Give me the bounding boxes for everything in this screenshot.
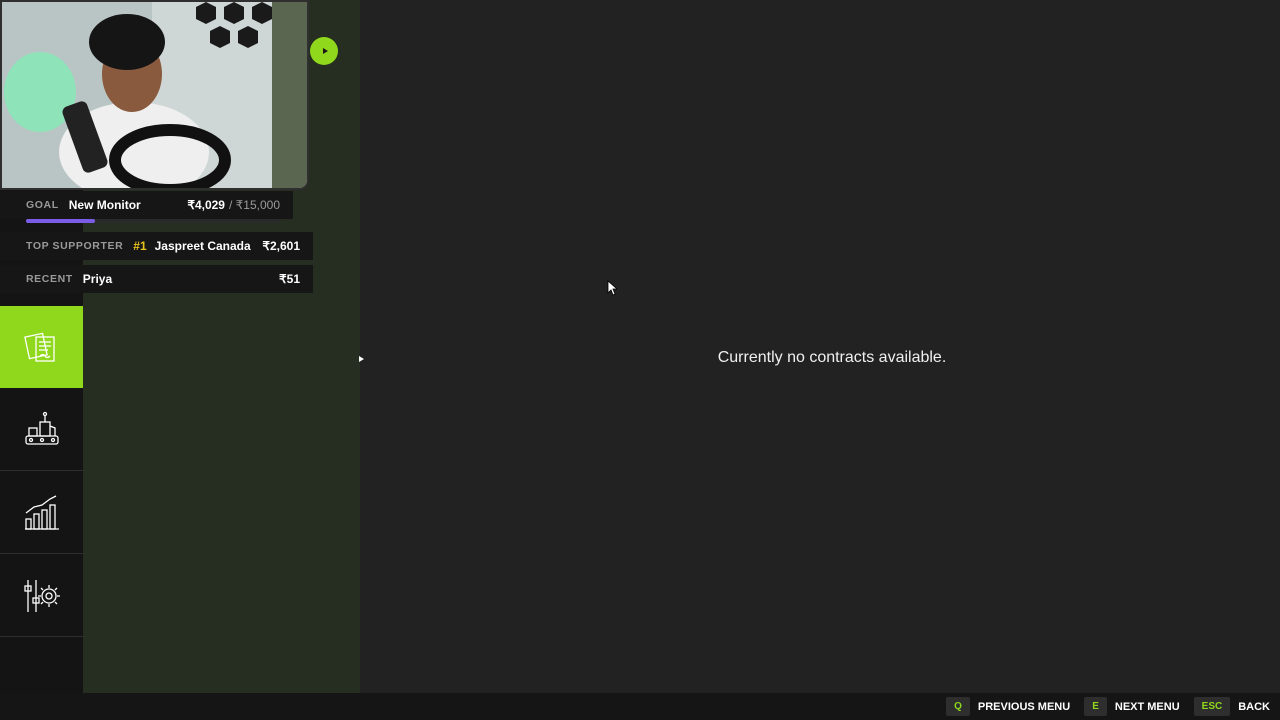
previous-menu-label: PREVIOUS MENU bbox=[977, 700, 1071, 713]
empty-contracts-message: Currently no contracts available. bbox=[717, 349, 947, 366]
sidebar-item-settings[interactable] bbox=[0, 555, 83, 637]
streamer-webcam bbox=[0, 0, 309, 190]
previous-menu-hint[interactable]: Q PREVIOUS MENU bbox=[946, 697, 1070, 716]
recent-amount: ₹51 bbox=[279, 272, 300, 286]
top-supporter-widget: TOP SUPPORTER #1 Jaspreet Canada ₹2,601 bbox=[0, 232, 313, 260]
goal-label: GOAL bbox=[26, 199, 59, 211]
contracts-icon bbox=[23, 332, 55, 362]
goal-widget: GOAL New Monitor ₹4,029 / ₹15,000 bbox=[0, 191, 293, 219]
sidebar-item-statistics[interactable] bbox=[0, 472, 83, 554]
sidebar-item-production[interactable] bbox=[0, 389, 83, 471]
sidebar-item-contracts[interactable] bbox=[0, 306, 89, 388]
goal-current: ₹4,029 bbox=[187, 198, 225, 212]
factory-icon bbox=[24, 411, 59, 445]
goal-name: New Monitor bbox=[68, 198, 141, 212]
recent-name: Priya bbox=[82, 272, 113, 286]
back-key: ESC bbox=[1193, 697, 1231, 716]
webcam-image bbox=[2, 2, 307, 188]
next-menu-label: NEXT MENU bbox=[1114, 700, 1180, 713]
top-supporter-amount: ₹2,601 bbox=[262, 239, 300, 253]
back-hint[interactable]: ESC BACK bbox=[1193, 697, 1270, 716]
top-supporter-name: Jaspreet Canada bbox=[154, 239, 251, 253]
webcam-play-button[interactable] bbox=[310, 37, 338, 65]
recent-widget: RECENT Priya ₹51 bbox=[0, 265, 313, 293]
goal-progress-bar bbox=[26, 219, 95, 223]
goal-target: / ₹15,000 bbox=[228, 198, 280, 212]
top-supporter-rank: #1 bbox=[133, 239, 147, 253]
recent-label: RECENT bbox=[26, 273, 73, 285]
back-label: BACK bbox=[1238, 700, 1270, 713]
top-supporter-label: TOP SUPPORTER bbox=[26, 240, 124, 252]
settings-icon bbox=[23, 579, 60, 612]
next-menu-key: E bbox=[1084, 697, 1107, 716]
footer-hints-bar: Q PREVIOUS MENU E NEXT MENU ESC BACK bbox=[0, 693, 1280, 720]
mouse-cursor-icon bbox=[607, 280, 617, 296]
statistics-icon bbox=[24, 494, 59, 530]
previous-menu-key: Q bbox=[946, 697, 970, 716]
next-menu-hint[interactable]: E NEXT MENU bbox=[1084, 697, 1180, 716]
